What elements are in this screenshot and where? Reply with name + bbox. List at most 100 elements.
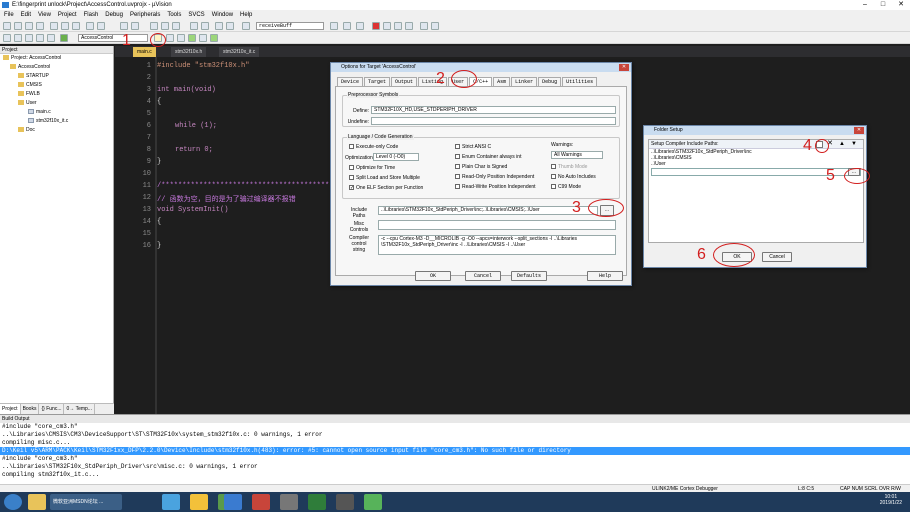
- build-error-line[interactable]: D:\Keil v5\ARM\PACK\Keil\STM32F1xx_DFP\2…: [0, 447, 910, 455]
- build-icon[interactable]: [14, 34, 22, 42]
- options-cancel-button[interactable]: Cancel: [465, 271, 501, 281]
- misc-controls-input[interactable]: [378, 220, 616, 230]
- file-explorer-icon[interactable]: [28, 494, 46, 510]
- tree-item-doc[interactable]: Doc: [0, 126, 113, 135]
- indent-icon[interactable]: [190, 22, 198, 30]
- no-auto-includes-checkbox[interactable]: No Auto Includes: [551, 174, 596, 180]
- rebuild-icon[interactable]: [25, 34, 33, 42]
- c99-mode-checkbox[interactable]: C99 Mode: [551, 184, 581, 190]
- rw-pi-checkbox[interactable]: Read-Write Position Independent: [455, 184, 536, 190]
- undo-icon[interactable]: [86, 22, 94, 30]
- plain-char-checkbox[interactable]: Plain Char is Signed: [455, 164, 507, 170]
- unindent-icon[interactable]: [201, 22, 209, 30]
- thumb-mode-checkbox[interactable]: Thumb Mode: [551, 164, 587, 170]
- save-icon[interactable]: [25, 22, 33, 30]
- find-icon[interactable]: [330, 22, 338, 30]
- bookmark-icon[interactable]: [150, 22, 158, 30]
- nav-back-icon[interactable]: [120, 22, 128, 30]
- optimize-time-checkbox[interactable]: Optimize for Time: [349, 165, 395, 171]
- move-down-icon[interactable]: ▼: [851, 140, 857, 149]
- debug-start-icon[interactable]: [356, 22, 364, 30]
- close-button[interactable]: ✕: [892, 0, 910, 10]
- run-time-env-icon[interactable]: [210, 34, 218, 42]
- file-extensions-icon[interactable]: [166, 34, 174, 42]
- clock[interactable]: 10:01 2019/1/22: [880, 494, 902, 506]
- menu-debug[interactable]: Debug: [105, 12, 123, 18]
- split-load-checkbox[interactable]: Split Load and Store Multiple: [349, 175, 420, 181]
- tree-item-root[interactable]: Project: AccessControl: [0, 54, 113, 63]
- menu-project[interactable]: Project: [58, 12, 77, 18]
- incremental-find-icon[interactable]: [343, 22, 351, 30]
- minimize-button[interactable]: –: [856, 0, 874, 10]
- terminal-icon[interactable]: [336, 494, 354, 510]
- tree-item-main-c[interactable]: main.c: [0, 108, 113, 117]
- tab-linker[interactable]: Linker: [511, 77, 538, 86]
- options-dialog-close-icon[interactable]: ✕: [619, 64, 629, 71]
- download-icon[interactable]: [60, 34, 68, 42]
- move-up-icon[interactable]: ▲: [839, 140, 845, 149]
- breakpoint-icon[interactable]: [372, 22, 380, 30]
- next-bookmark-icon[interactable]: [172, 22, 180, 30]
- tree-item-startup[interactable]: STARTUP: [0, 72, 113, 81]
- menu-svcs[interactable]: SVCS: [188, 12, 204, 18]
- kill-breakpoints-icon[interactable]: [405, 22, 413, 30]
- tree-item-stm32f10x-it-c[interactable]: stm32f10x_it.c: [0, 117, 113, 126]
- tree-item-user[interactable]: User: [0, 99, 113, 108]
- clear-breakpoints-icon[interactable]: [394, 22, 402, 30]
- ro-pi-checkbox[interactable]: Read-Only Position Independent: [455, 174, 534, 180]
- save-all-icon[interactable]: [36, 22, 44, 30]
- redo-icon[interactable]: [97, 22, 105, 30]
- tree-item-fwlb[interactable]: FWLB: [0, 90, 113, 99]
- prev-bookmark-icon[interactable]: [161, 22, 169, 30]
- one-elf-checkbox[interactable]: ✓ One ELF Section per Function: [349, 185, 423, 191]
- tab-books[interactable]: Books: [21, 404, 40, 414]
- menu-view[interactable]: View: [38, 12, 51, 18]
- tab-output[interactable]: Output: [391, 77, 418, 86]
- folder-cancel-button[interactable]: Cancel: [762, 252, 792, 262]
- editor-tab-stm32f10x-h[interactable]: stm32f10x.h: [171, 47, 207, 57]
- folder-setup-close-icon[interactable]: ✕: [854, 127, 864, 134]
- editor-tab-stm32f10x-it-c[interactable]: stm32f10x_it.c: [219, 47, 260, 57]
- pdf-icon[interactable]: [252, 494, 270, 510]
- new-file-icon[interactable]: [3, 22, 11, 30]
- taskbar-active-window[interactable]: 微软亚洲MSDN论坛 ...: [50, 494, 122, 510]
- cut-icon[interactable]: [50, 22, 58, 30]
- disable-breakpoint-icon[interactable]: [383, 22, 391, 30]
- start-button-icon[interactable]: [4, 494, 22, 510]
- menu-edit[interactable]: Edit: [21, 12, 31, 18]
- execute-only-checkbox[interactable]: Execute-only Code: [349, 144, 398, 150]
- visual-studio-icon[interactable]: [224, 494, 242, 510]
- tree-item-cmsis[interactable]: CMSIS: [0, 81, 113, 90]
- configure-icon[interactable]: [431, 22, 439, 30]
- nav-forward-icon[interactable]: [131, 22, 139, 30]
- strict-ansi-checkbox[interactable]: Strict ANSI C: [455, 144, 491, 150]
- tab-project[interactable]: Project: [0, 404, 21, 414]
- tree-item-accesscontrol[interactable]: AccessControl: [0, 63, 113, 72]
- menu-window[interactable]: Window: [212, 12, 233, 18]
- select-packs-icon[interactable]: [188, 34, 196, 42]
- comment-icon[interactable]: [215, 22, 223, 30]
- menu-peripherals[interactable]: Peripherals: [130, 12, 160, 18]
- paste-icon[interactable]: [72, 22, 80, 30]
- copy-icon[interactable]: [61, 22, 69, 30]
- tab-templates[interactable]: 0→ Temp...: [64, 404, 95, 414]
- find-file-icon[interactable]: [242, 22, 250, 30]
- menu-tools[interactable]: Tools: [167, 12, 181, 18]
- tab-device[interactable]: Device: [337, 77, 364, 86]
- menu-help[interactable]: Help: [240, 12, 252, 18]
- undefine-input[interactable]: [371, 117, 616, 125]
- options-defaults-button[interactable]: Defaults: [511, 271, 547, 281]
- editor-tab-main-c[interactable]: main.c: [133, 47, 156, 57]
- maximize-button[interactable]: □: [874, 0, 892, 10]
- enum-int-checkbox[interactable]: Enum Container always int: [455, 154, 521, 160]
- wechat-icon[interactable]: [364, 494, 382, 510]
- define-input[interactable]: STM32F10X_HD,USE_STDPERIPH_DRIVER: [371, 106, 616, 114]
- keil-icon[interactable]: [308, 494, 326, 510]
- batch-build-icon[interactable]: [36, 34, 44, 42]
- chrome-icon[interactable]: [190, 494, 208, 510]
- uncomment-icon[interactable]: [226, 22, 234, 30]
- browser-icon[interactable]: [162, 494, 180, 510]
- translate-icon[interactable]: [3, 34, 11, 42]
- menu-file[interactable]: File: [4, 12, 14, 18]
- warnings-select[interactable]: All Warnings: [551, 151, 603, 159]
